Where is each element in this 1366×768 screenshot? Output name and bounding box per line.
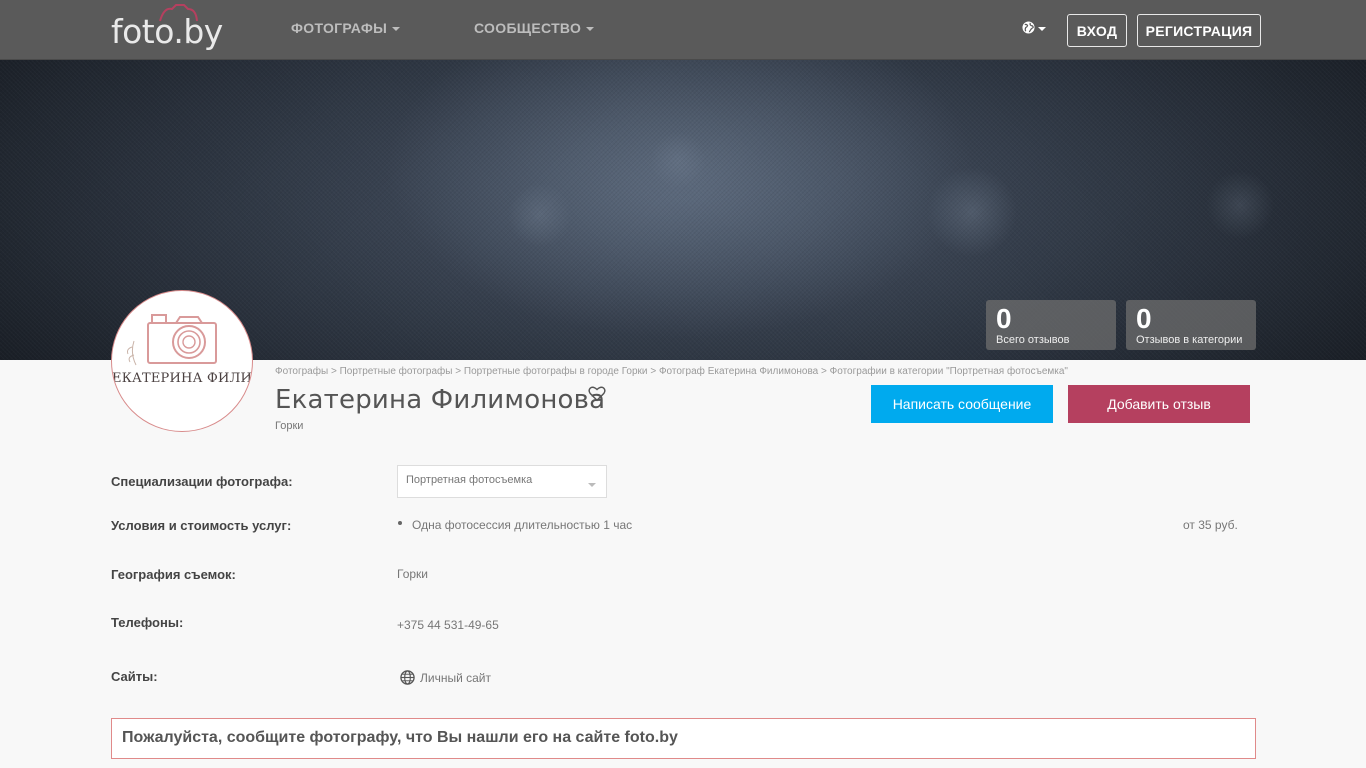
services-label: Условия и стоимость услуг: [111,518,292,533]
nav-community-label: СООБЩЕСТВО [474,20,582,36]
top-navbar: foto.by ФОТОГРАФЫ СООБЩЕСТВО ВХОД РЕГИСТ… [0,0,1366,60]
avatar-text: ЕКАТЕРИНА ФИЛИМОНОВА [112,371,253,386]
geography-label: География съемок: [111,567,236,582]
personal-site-link[interactable]: Личный сайт [400,670,491,685]
geography-value: Горки [397,567,428,581]
breadcrumb-portrait-photographers[interactable]: Портретные фотографы [340,366,453,377]
breadcrumb-photographer[interactable]: Фотограф Екатерина Филимонова [659,366,818,377]
stat-total-reviews: 0 Всего отзывов [986,300,1116,350]
stat-category-reviews: 0 Отзывов в категории [1126,300,1256,350]
stat-category-reviews-value: 0 [1136,303,1152,334]
write-message-button[interactable]: Написать сообщение [871,385,1053,423]
nav-community[interactable]: СООБЩЕСТВО [474,20,595,36]
chevron-down-icon [586,27,595,31]
breadcrumb-photographers[interactable]: Фотографы [275,366,328,377]
photographer-city: Горки [275,420,304,432]
camera-logo-icon [127,314,217,366]
nav-photographers-label: ФОТОГРАФЫ [291,20,388,36]
avatar[interactable]: ЕКАТЕРИНА ФИЛИМОНОВА [111,290,253,432]
breadcrumb-portrait-gorki[interactable]: Портретные фотографы в городе Горки [464,366,648,377]
breadcrumb: Фотографы > Портретные фотографы > Портр… [275,366,1068,377]
specializations-label: Специализации фотографа: [111,474,293,489]
heart-icon[interactable] [588,385,606,403]
stat-total-reviews-label: Всего отзывов [996,334,1070,346]
bullet-icon [398,521,402,525]
logo-text: foto.by [111,12,223,51]
phone-value[interactable]: +375 44 531-49-65 [397,618,499,632]
specialization-select[interactable]: Портретная фотосъемка [397,465,607,498]
service-name: Одна фотосессия длительностью 1 час [412,518,633,532]
stat-total-reviews-value: 0 [996,303,1012,334]
chevron-down-icon [1038,26,1046,31]
login-button[interactable]: ВХОД [1067,14,1127,47]
sites-label: Сайты: [111,669,158,684]
globe-icon [400,670,415,685]
globe-icon [1022,21,1035,34]
site-logo[interactable]: foto.by [111,4,223,48]
photographer-name: Екатерина Филимонова [275,385,606,415]
chevron-down-icon [392,27,401,31]
phones-label: Телефоны: [111,615,184,630]
notice-banner: Пожалуйста, сообщите фотографу, что Вы н… [111,718,1256,759]
register-button[interactable]: РЕГИСТРАЦИЯ [1137,14,1261,47]
breadcrumb-current: Фотографии в категории "Портретная фотос… [829,366,1068,377]
add-review-button[interactable]: Добавить отзыв [1068,385,1250,423]
nav-photographers[interactable]: ФОТОГРАФЫ [291,20,401,36]
language-selector[interactable] [1022,21,1046,34]
stat-category-reviews-label: Отзывов в категории [1136,334,1243,346]
chevron-down-icon [588,483,596,487]
specialization-selected-value: Портретная фотосъемка [406,474,533,486]
personal-site-label: Личный сайт [420,670,491,685]
service-price: от 35 руб. [1183,518,1238,532]
